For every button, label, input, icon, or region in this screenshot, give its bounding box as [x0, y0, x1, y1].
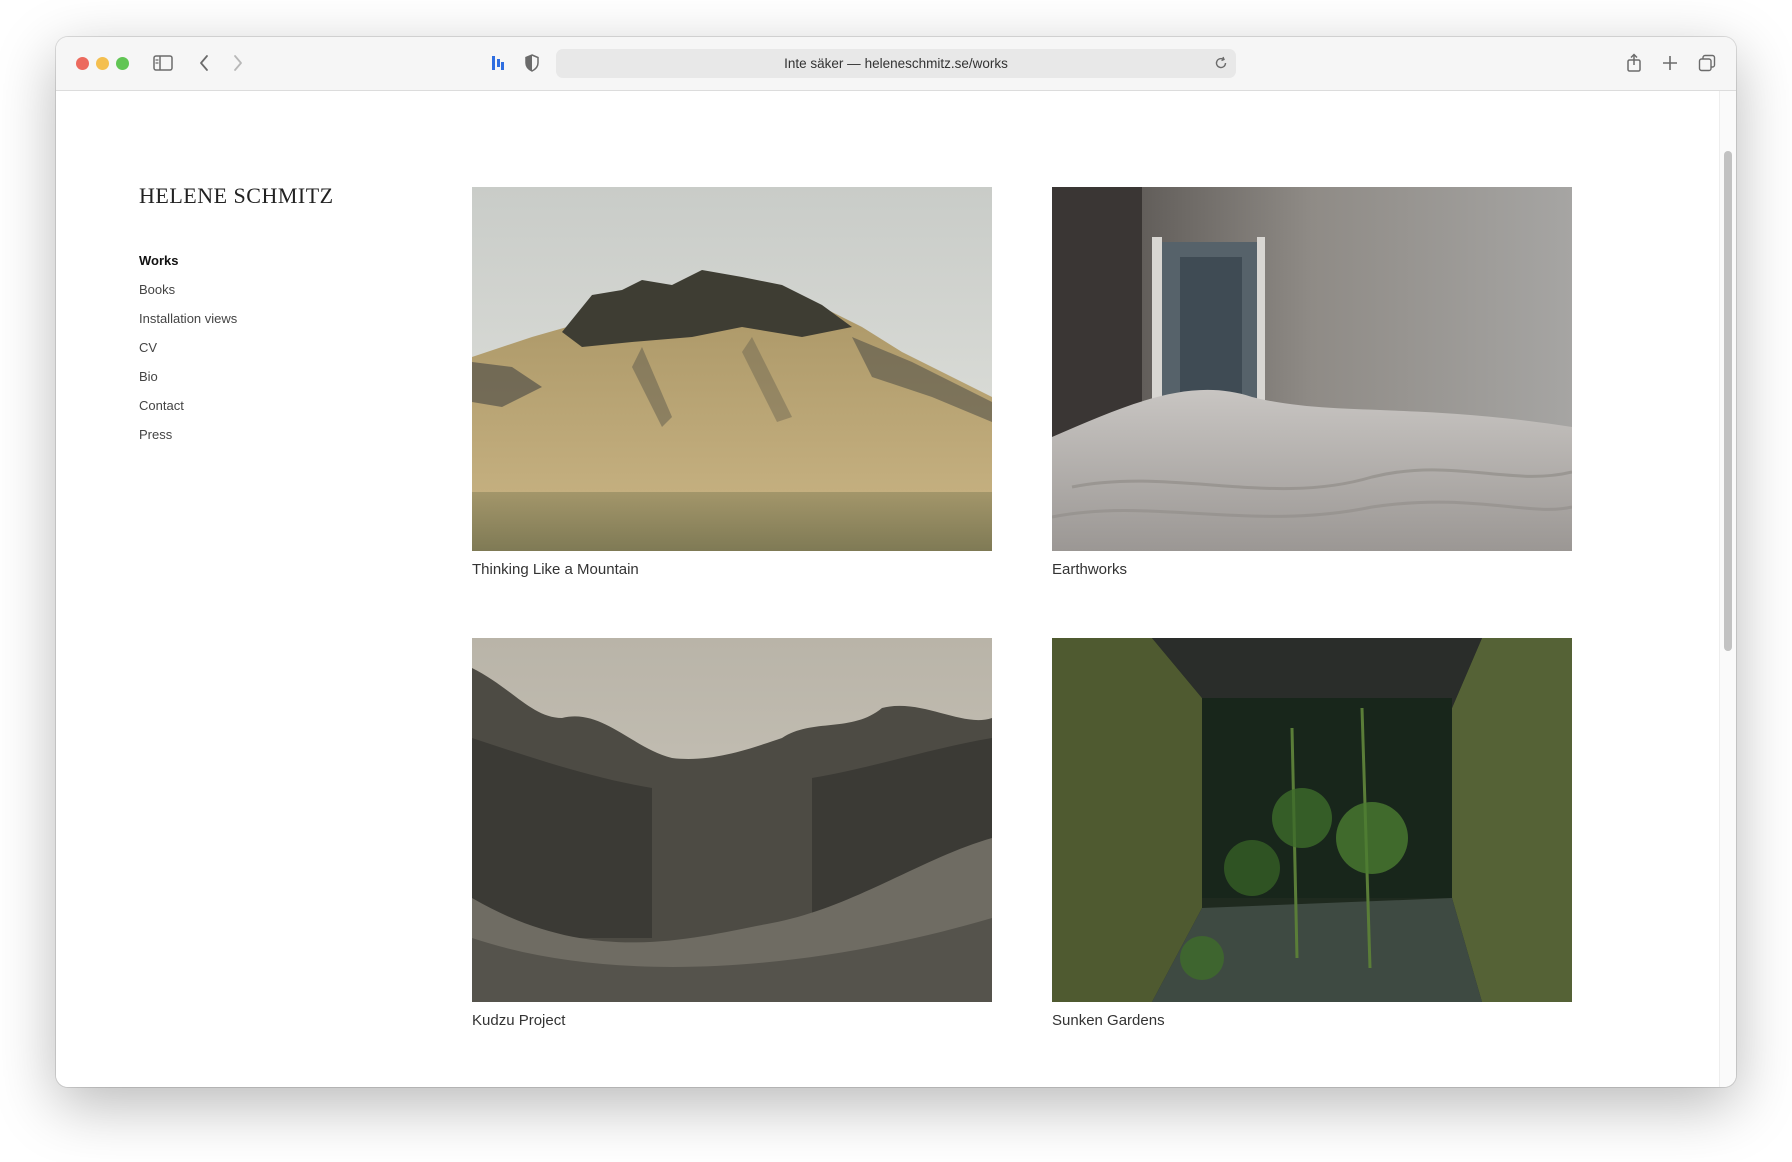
work-image-sunken-gardens[interactable]	[1052, 638, 1572, 1002]
nav-item-contact[interactable]: Contact	[139, 391, 237, 420]
work-card[interactable]: Earthworks	[1052, 187, 1572, 578]
sidebar-toggle-icon[interactable]	[152, 53, 174, 73]
back-icon[interactable]	[194, 53, 214, 73]
tab-overview-icon[interactable]	[1696, 53, 1718, 73]
reload-icon[interactable]	[1214, 56, 1228, 73]
main-nav: Works Books Installation views CV Bio Co…	[139, 246, 237, 449]
nav-item-books[interactable]: Books	[139, 275, 237, 304]
zoom-window-button[interactable]	[116, 57, 129, 70]
nav-item-installation-views[interactable]: Installation views	[139, 304, 237, 333]
work-image-mountain[interactable]	[472, 187, 992, 551]
minimize-window-button[interactable]	[96, 57, 109, 70]
work-caption[interactable]: Earthworks	[1052, 561, 1572, 578]
share-icon[interactable]	[1624, 52, 1644, 74]
work-card[interactable]: Kudzu Project	[472, 638, 992, 1029]
privacy-shield-icon[interactable]	[522, 53, 542, 73]
extension-icon[interactable]	[488, 53, 508, 73]
close-window-button[interactable]	[76, 57, 89, 70]
work-caption[interactable]: Kudzu Project	[472, 1012, 992, 1029]
scrollbar[interactable]	[1719, 91, 1736, 1087]
scrollbar-thumb[interactable]	[1724, 151, 1732, 651]
url-host-text: heleneschmitz.se/works	[864, 56, 1008, 71]
work-image-kudzu[interactable]	[472, 638, 992, 1002]
work-caption[interactable]: Thinking Like a Mountain	[472, 561, 992, 578]
browser-window: Inte säker — heleneschmitz.se/works HELE…	[56, 37, 1736, 1087]
work-image-earthworks[interactable]	[1052, 187, 1572, 551]
nav-item-cv[interactable]: CV	[139, 333, 237, 362]
work-caption[interactable]: Sunken Gardens	[1052, 1012, 1572, 1029]
forward-icon[interactable]	[228, 53, 248, 73]
nav-item-press[interactable]: Press	[139, 420, 237, 449]
page-content: HELENE SCHMITZ Works Books Installation …	[56, 91, 1720, 1087]
nav-item-bio[interactable]: Bio	[139, 362, 237, 391]
browser-toolbar: Inte säker — heleneschmitz.se/works	[56, 37, 1736, 91]
work-card[interactable]: Sunken Gardens	[1052, 638, 1572, 1029]
new-tab-icon[interactable]	[1660, 53, 1680, 73]
address-bar[interactable]: Inte säker — heleneschmitz.se/works	[556, 49, 1236, 78]
work-card[interactable]: Thinking Like a Mountain	[472, 187, 992, 578]
site-title[interactable]: HELENE SCHMITZ	[139, 183, 334, 209]
nav-item-works[interactable]: Works	[139, 246, 237, 275]
url-security-text: Inte säker —	[784, 56, 861, 71]
